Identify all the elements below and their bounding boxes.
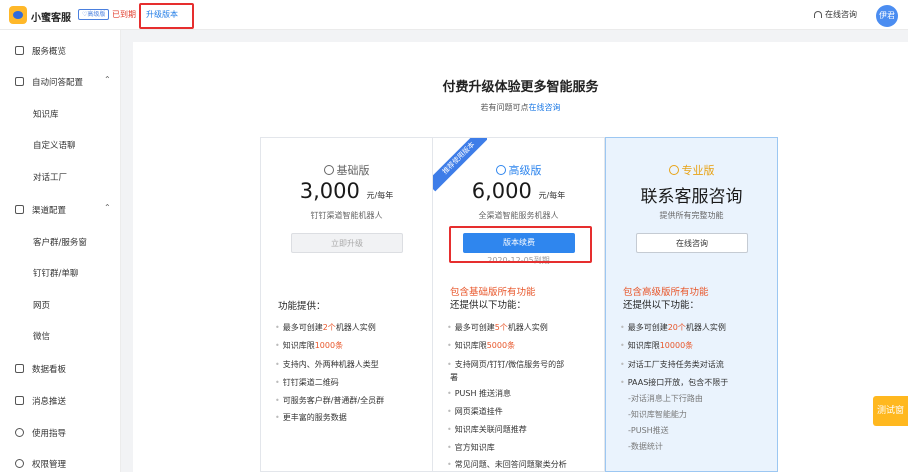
price-unit: 元/每年: [366, 191, 394, 200]
test-window-button[interactable]: 测试窗: [873, 396, 908, 426]
plan-icon: [323, 165, 334, 175]
feature-item: • 官方知识库: [447, 443, 495, 452]
sidebar-item-dialog-factory[interactable]: 对话工厂: [33, 171, 67, 183]
plan-desc: 提供所有完整功能: [659, 211, 724, 220]
online-consult-inline-link[interactable]: 在线咨询: [529, 103, 561, 112]
plan-card-advanced: 推荐使用版本 高级版 6,000 元/每年 全渠道智能服务机器人 版本续费 20…: [432, 137, 605, 472]
feature-item: • 支持内、外两种机器人类型: [275, 360, 379, 369]
home-icon: [15, 46, 24, 55]
main-panel: 付费升级体验更多智能服务 若有问题可点在线咨询 基础版 3,000 元/每年 钉…: [133, 42, 908, 472]
online-consult-label: 在线咨询: [825, 10, 857, 19]
chart-icon: [15, 364, 24, 373]
brand-name: 小蜜客服: [31, 13, 71, 24]
feature-item: • 知识库限1000条: [275, 341, 344, 350]
feature-item: • 知识库限10000条: [620, 341, 694, 350]
plan-card-pro: 专业版 联系客服咨询 提供所有完整功能 在线咨询 包含高级版所有功能 还提供以下功…: [605, 137, 778, 472]
gear-icon: [15, 459, 24, 468]
feature-item: • 对话工厂支持任务类对话流: [620, 360, 724, 369]
chevron-up-icon: ⌃: [104, 75, 111, 84]
message-icon: [15, 396, 24, 405]
upgrade-link[interactable]: 升级版本: [146, 9, 178, 20]
feature-item: • 支持网页/钉钉/微信服务号的部: [447, 360, 565, 369]
sidebar-item-label: 渠道配置: [32, 206, 67, 216]
plan-name-text: 高级版: [508, 164, 542, 177]
chevron-up-icon: ⌃: [104, 203, 111, 212]
feature-item: • 知识库关联问题推荐: [447, 425, 527, 434]
features-heading: 功能提供：: [278, 301, 326, 312]
plan-price: 3,000 元/每年: [261, 179, 432, 203]
plan-name: 基础版: [261, 162, 432, 178]
sidebar-item-customer-group[interactable]: 客户群/服务窗: [33, 236, 87, 248]
sidebar-item-label: 使用指导: [32, 429, 67, 439]
feature-item: • 可服务客户群/普通群/全员群: [275, 396, 385, 405]
sub-feature-item: -对话消息上下行路由: [628, 394, 703, 403]
chat-icon: [15, 77, 24, 86]
renew-highlight-box: [449, 226, 592, 263]
upgrade-now-button[interactable]: 立即升级: [291, 233, 403, 253]
sub-feature-item: -知识库智能能力: [628, 410, 687, 419]
sidebar-item-channel-config[interactable]: 渠道配置 ⌃: [0, 201, 121, 221]
sidebar-item-label: 权限管理: [32, 460, 67, 470]
sliders-icon: [15, 205, 24, 214]
sidebar-item-overview[interactable]: 服务概览: [0, 42, 121, 62]
plan-icon: [495, 165, 506, 175]
sidebar-item-dingtalk-group[interactable]: 钉钉群/单聊: [33, 267, 78, 279]
logo-icon: [9, 6, 27, 24]
expired-status: 已到期: [112, 10, 136, 19]
feature-item: 署: [450, 373, 458, 382]
plan-name-text: 基础版: [336, 164, 370, 177]
sub-feature-item: -PUSH推送: [628, 426, 669, 435]
feature-item: • 最多可创建2个机器人实例: [275, 323, 376, 332]
sidebar-item-webpage[interactable]: 网页: [33, 299, 50, 311]
feature-item: • 更丰富的服务数据: [275, 413, 347, 422]
features-heading: 包含高级版所有功能 还提供以下功能：: [623, 287, 709, 311]
feature-item: • 常见问题、未回答问题聚类分析: [447, 460, 567, 469]
sidebar-item-label: 服务概览: [32, 47, 67, 57]
sidebar: 服务概览 自动问答配置 ⌃ 知识库 自定义语聊 对话工厂 渠道配置 ⌃ 客户群/服务…: [0, 30, 121, 472]
sidebar-item-permissions[interactable]: 权限管理: [0, 455, 121, 472]
avatar[interactable]: 伊君: [876, 5, 898, 27]
sub-feature-item: -数据统计: [628, 442, 663, 451]
sidebar-item-auto-qa[interactable]: 自动问答配置 ⌃: [0, 73, 121, 93]
feature-item: • 网页渠道挂件: [447, 407, 503, 416]
plan-icon: [668, 165, 679, 175]
page-subtitle: 若有问题可点在线咨询: [133, 102, 908, 113]
sidebar-item-knowledge-base[interactable]: 知识库: [33, 108, 59, 120]
sidebar-item-label: 数据看板: [32, 365, 67, 375]
plan-name-text: 专业版: [681, 164, 715, 177]
price-unit: 元/每年: [538, 191, 566, 200]
feature-item: • 最多可创建5个机器人实例: [447, 323, 548, 332]
plan-name: 专业版: [606, 162, 777, 178]
sidebar-item-push[interactable]: 消息推送: [0, 392, 121, 412]
plan-desc: 钉钉渠道智能机器人: [310, 211, 383, 220]
top-header: 小蜜客服 ♡高级版 已到期 升级版本 在线咨询 伊君: [0, 0, 908, 30]
headset-icon: [814, 11, 822, 18]
subtitle-text: 若有问题可点: [480, 103, 529, 112]
version-badge: ♡高级版: [78, 9, 110, 20]
plan-desc: 全渠道智能服务机器人: [478, 211, 559, 220]
plan-card-basic: 基础版 3,000 元/每年 钉钉渠道智能机器人 立即升级 功能提供： • 最多可…: [260, 137, 433, 472]
online-consult-link[interactable]: 在线咨询: [814, 9, 857, 20]
feature-item: • PAAS接口开放，包含不限于: [620, 378, 729, 387]
page-title: 付费升级体验更多智能服务: [442, 80, 599, 95]
plan-price: 6,000 元/每年: [433, 179, 604, 203]
sidebar-item-label: 自动问答配置: [32, 78, 84, 88]
feature-item: • 知识库限5000条: [447, 341, 516, 350]
contact-service-heading: 联系客服咨询: [640, 187, 743, 207]
plan-name: 高级版: [433, 162, 604, 178]
price-value: 6,000: [471, 179, 532, 203]
info-icon: [15, 428, 24, 437]
feature-item: • 钉钉渠道二维码: [275, 378, 339, 387]
sidebar-item-custom-chat[interactable]: 自定义语聊: [33, 139, 76, 151]
price-value: 3,000: [299, 179, 360, 203]
sidebar-item-guide[interactable]: 使用指导: [0, 424, 121, 444]
feature-item: • PUSH 推送消息: [447, 389, 512, 398]
sidebar-item-label: 消息推送: [32, 397, 67, 407]
online-consult-button[interactable]: 在线咨询: [636, 233, 748, 253]
sidebar-item-dashboard[interactable]: 数据看板: [0, 360, 121, 380]
feature-item: • 最多可创建20个机器人实例: [620, 323, 726, 332]
sidebar-item-wechat[interactable]: 微信: [33, 330, 50, 342]
features-heading: 包含基础版所有功能 还提供以下功能：: [450, 287, 536, 311]
